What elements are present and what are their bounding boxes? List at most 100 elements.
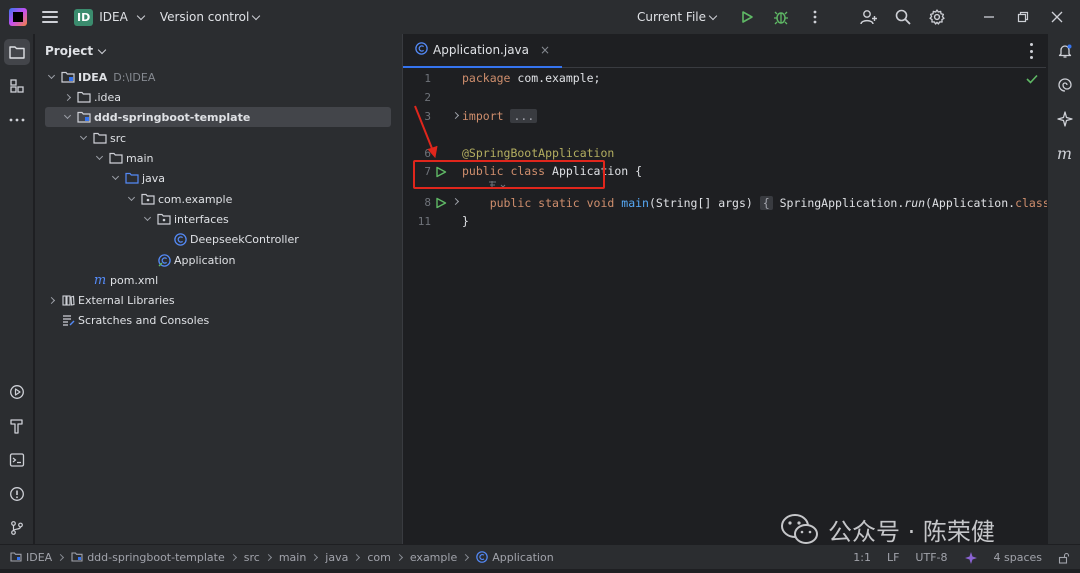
services-tool-button[interactable] bbox=[0, 375, 34, 409]
tree-item-com-example[interactable]: com.example bbox=[45, 189, 391, 209]
run-gutter-icon[interactable] bbox=[435, 197, 447, 209]
titlebar-actions: Current File bbox=[637, 0, 1080, 34]
code-line-8: public static void main(String[] args) {… bbox=[489, 196, 1070, 210]
fold-arrow-icon[interactable] bbox=[451, 111, 460, 120]
more-tools-button[interactable] bbox=[0, 103, 34, 137]
title-bar: ID IDEA Version control Current File bbox=[0, 0, 1080, 34]
breadcrumb-item[interactable]: java bbox=[325, 551, 348, 564]
tree-item-label: ddd-springboot-template bbox=[94, 110, 251, 124]
tree-item-deepseek-controller[interactable]: DeepseekController bbox=[45, 229, 391, 249]
breadcrumb-item[interactable]: main bbox=[279, 551, 306, 564]
line-number: 11 bbox=[417, 215, 431, 228]
tree-item-label: interfaces bbox=[174, 212, 229, 226]
add-user-button[interactable] bbox=[852, 0, 886, 34]
run-config-selector[interactable]: Current File bbox=[637, 10, 718, 24]
minimize-icon bbox=[984, 16, 994, 18]
services-icon bbox=[10, 385, 24, 399]
fold-arrow-icon[interactable] bbox=[451, 197, 460, 206]
breadcrumb-item[interactable]: IDEA bbox=[10, 551, 52, 564]
breadcrumb-item[interactable]: example bbox=[410, 551, 457, 564]
tab-application-java[interactable]: Application.java × bbox=[403, 33, 563, 68]
expand-arrow-icon[interactable] bbox=[125, 193, 137, 205]
breadcrumb-item[interactable]: ddd-springboot-template bbox=[71, 551, 225, 564]
expand-arrow-icon[interactable] bbox=[93, 152, 105, 164]
package-icon bbox=[157, 212, 171, 226]
tree-item-java[interactable]: java bbox=[45, 168, 391, 188]
problems-tool-button[interactable] bbox=[0, 477, 34, 511]
add-user-icon bbox=[860, 10, 877, 25]
project-switcher[interactable]: ID IDEA bbox=[74, 8, 146, 26]
expand-arrow-icon[interactable] bbox=[77, 132, 89, 144]
file-lock-button[interactable] bbox=[1050, 552, 1080, 564]
tree-item-interfaces[interactable]: interfaces bbox=[45, 209, 391, 229]
build-tool-button[interactable] bbox=[0, 409, 34, 443]
inspection-ok-icon[interactable] bbox=[1026, 74, 1038, 84]
file-encoding[interactable]: UTF-8 bbox=[907, 551, 955, 564]
indent-setting[interactable]: 4 spaces bbox=[986, 551, 1051, 564]
expand-arrow-icon[interactable] bbox=[141, 213, 153, 225]
expand-arrow-icon[interactable] bbox=[45, 294, 57, 306]
folded-imports[interactable]: ... bbox=[510, 109, 538, 123]
breadcrumb-item[interactable]: src bbox=[244, 551, 260, 564]
tree-item-path: D:\IDEA bbox=[113, 70, 156, 84]
git-tool-button[interactable] bbox=[0, 511, 34, 545]
debug-button[interactable] bbox=[764, 0, 798, 34]
tree-item-ddd-springboot-template[interactable]: ddd-springboot-template bbox=[45, 107, 391, 127]
editor-area[interactable]: Application.java × 1 2 3 6 7 8 11 packag… bbox=[402, 34, 1070, 544]
ai-assistant-button[interactable] bbox=[1048, 68, 1080, 102]
search-icon bbox=[895, 9, 911, 25]
terminal-tool-button[interactable] bbox=[0, 443, 34, 477]
right-tool-strip: m bbox=[1047, 34, 1080, 544]
vcs-widget[interactable]: Version control bbox=[160, 10, 261, 24]
tree-item-main[interactable]: main bbox=[45, 148, 391, 168]
more-horizontal-icon bbox=[9, 118, 25, 122]
expand-arrow-icon[interactable] bbox=[61, 111, 73, 123]
package-icon bbox=[141, 192, 155, 206]
problems-icon bbox=[10, 487, 24, 501]
maven-tool-button[interactable]: m bbox=[1048, 136, 1080, 170]
more-actions-button[interactable] bbox=[798, 0, 832, 34]
tree-item-src[interactable]: src bbox=[45, 128, 391, 148]
maven-icon: m bbox=[1056, 143, 1073, 163]
expand-arrow-icon[interactable] bbox=[109, 172, 121, 184]
plugin-tool-button[interactable] bbox=[1048, 102, 1080, 136]
structure-tool-button[interactable] bbox=[0, 69, 34, 103]
search-button[interactable] bbox=[886, 0, 920, 34]
tree-item-idea-root[interactable]: IDEA D:\IDEA bbox=[45, 67, 391, 87]
close-window-button[interactable] bbox=[1040, 0, 1074, 34]
tree-item-pom-xml[interactable]: m pom.xml bbox=[45, 270, 391, 290]
minimize-button[interactable] bbox=[972, 0, 1006, 34]
line-separator[interactable]: LF bbox=[879, 551, 907, 564]
tree-item-application[interactable]: Application bbox=[45, 250, 391, 270]
tabs-more-button[interactable] bbox=[1024, 43, 1038, 59]
project-panel-header[interactable]: Project bbox=[35, 34, 402, 68]
tree-item-dot-idea[interactable]: .idea bbox=[45, 87, 391, 107]
git-branch-icon bbox=[11, 521, 23, 535]
settings-button[interactable] bbox=[920, 0, 954, 34]
main-menu-icon[interactable] bbox=[42, 11, 58, 23]
status-bar: IDEA ddd-springboot-template src main ja… bbox=[0, 544, 1080, 569]
restore-button[interactable] bbox=[1006, 0, 1040, 34]
caret-position[interactable]: 1:1 bbox=[845, 551, 879, 564]
ai-status-button[interactable] bbox=[956, 551, 986, 565]
expand-arrow-icon[interactable] bbox=[61, 91, 73, 103]
breadcrumb-item[interactable]: com bbox=[367, 551, 391, 564]
editor-tabs: Application.java × bbox=[403, 34, 1046, 68]
notifications-button[interactable] bbox=[1048, 34, 1080, 68]
spring-boot-class-icon bbox=[157, 253, 171, 267]
breadcrumb-item[interactable]: Application bbox=[476, 551, 554, 564]
tree-item-external-libraries[interactable]: External Libraries bbox=[45, 290, 391, 310]
project-tool-button[interactable] bbox=[0, 35, 34, 69]
tree-item-label: src bbox=[110, 131, 127, 145]
java-class-icon bbox=[173, 232, 187, 246]
project-panel-title: Project bbox=[45, 44, 94, 58]
tree-item-scratches[interactable]: Scratches and Consoles bbox=[45, 310, 391, 330]
chevron-right-icon bbox=[57, 553, 65, 561]
chevron-right-icon bbox=[311, 553, 319, 561]
run-button[interactable] bbox=[730, 0, 764, 34]
folder-icon bbox=[9, 46, 25, 59]
run-gutter-icon[interactable] bbox=[435, 166, 447, 178]
tab-close-icon[interactable]: × bbox=[540, 43, 550, 57]
expand-arrow-icon[interactable] bbox=[45, 71, 57, 83]
code-area[interactable]: package com.example; import ... @SpringB… bbox=[462, 69, 1070, 544]
